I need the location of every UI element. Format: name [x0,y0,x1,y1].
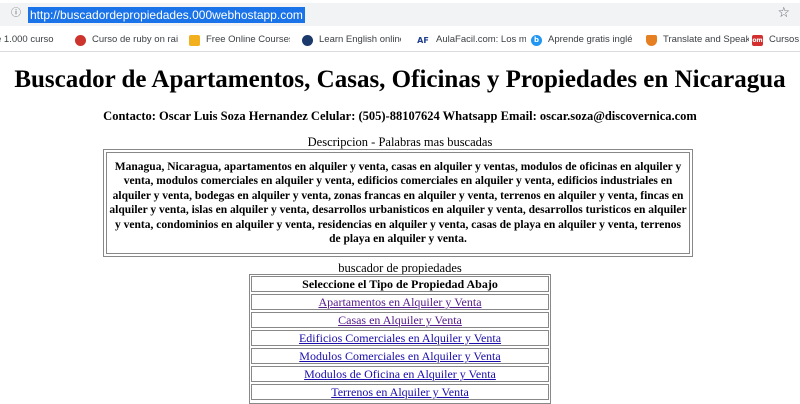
af-logo-icon: AF [417,35,429,45]
info-icon[interactable]: ⓘ [10,8,22,20]
bookmark-star-icon[interactable]: ☆ [777,5,790,21]
table-row: Modulos de Oficina en Alquiler y Venta [251,366,549,382]
link-modulos-comerciales[interactable]: Modulos Comerciales en Alquiler y Venta [299,349,500,363]
link-edificios-comerciales[interactable]: Edificios Comerciales en Alquiler y Vent… [299,331,501,345]
page-title: Buscador de Apartamentos, Casas, Oficina… [14,66,786,93]
link-casas[interactable]: Casas en Alquiler y Venta [338,313,462,327]
bookmark-ruby[interactable]: Curso de ruby on rai [75,32,182,48]
table-row: Apartamentos en Alquiler y Venta [251,294,549,310]
b-logo-icon: b [531,34,542,46]
bookmark-label: Learn English online [319,34,401,45]
table-row: Modulos Comerciales en Alquiler y Venta [251,348,549,364]
om-logo-icon: om [752,34,763,46]
bookmark-aulafacil[interactable]: AF AulaFacil.com: Los m [416,32,526,48]
bookmark-label: Curso de ruby on rai [92,34,179,45]
property-type-table: Seleccione el Tipo de Propiedad Abajo Ap… [249,274,551,404]
link-apartamentos[interactable]: Apartamentos en Alquiler y Venta [318,295,481,309]
bookmark-label: Aprende gratis inglés [548,34,632,45]
link-terrenos[interactable]: Terrenos en Alquiler y Venta [331,385,469,399]
bookmark-translate-and-speak[interactable]: Translate and Speak [646,32,749,48]
bookmarks-bar: e 1.000 cursos Curso de ruby on rai Free… [0,29,800,52]
description-text: Managua, Nicaragua, apartamentos en alqu… [106,152,690,254]
bookmark-free-online-courses[interactable]: Free Online Courses [189,32,290,48]
description-caption: Descripcion - Palabras mas buscadas [307,135,493,149]
url-input[interactable]: http://buscadordepropiedades.000webhosta… [28,7,305,23]
shield-icon [646,34,657,46]
bookmark-label: e 1.000 cursos [0,34,54,45]
omnibox[interactable]: ⓘ http://buscadordepropiedades.000webhos… [0,3,800,26]
puzzle-icon [189,34,200,46]
bookmark-label: Free Online Courses [206,34,290,45]
link-modulos-oficina[interactable]: Modulos de Oficina en Alquiler y Venta [304,367,496,381]
bookmark-learn-english[interactable]: Learn English online [302,32,401,48]
table-row: Terrenos en Alquiler y Venta [251,384,549,400]
bookmark-1000-cursos[interactable]: e 1.000 cursos [0,32,54,48]
globe-icon [302,34,313,46]
bookmark-cursos-gratis[interactable]: om Cursos g [752,32,800,48]
table-header: Seleccione el Tipo de Propiedad Abajo [251,276,549,292]
bookmark-aprende-ingles[interactable]: b Aprende gratis inglés [531,32,632,48]
table-row: Edificios Comerciales en Alquiler y Vent… [251,330,549,346]
address-bar-row: ⓘ http://buscadordepropiedades.000webhos… [0,0,800,29]
table-row: Casas en Alquiler y Venta [251,312,549,328]
bookmark-label: Cursos g [769,34,800,45]
ruby-icon [75,34,86,46]
contact-line: Contacto: Oscar Luis Soza Hernandez Celu… [103,109,697,123]
bookmark-label: AulaFacil.com: Los m [436,34,526,45]
description-box: Managua, Nicaragua, apartamentos en alqu… [103,149,693,257]
bookmark-label: Translate and Speak [663,34,749,45]
